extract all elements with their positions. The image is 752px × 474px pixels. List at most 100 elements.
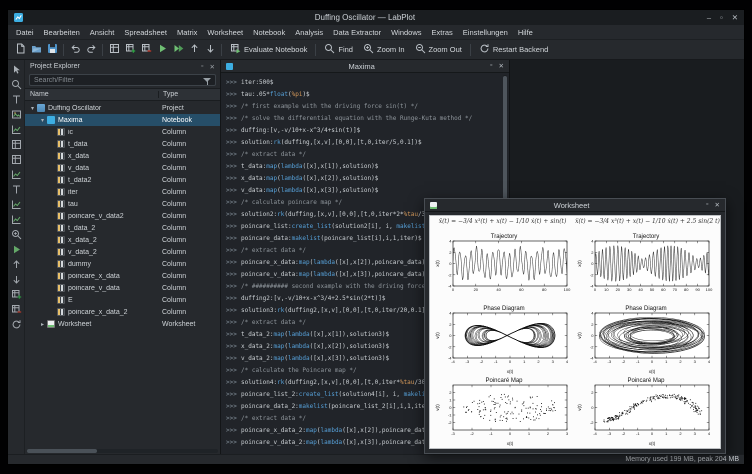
tree-row-dummy[interactable]: dummyColumn	[25, 258, 220, 270]
tree-row-duffing-oscillator[interactable]: ▾Duffing OscillatorProject	[25, 102, 220, 114]
plot-traj2[interactable]: Trajectory0102030405060708090100-4-2024x…	[575, 232, 717, 304]
tree-row-x-data[interactable]: x_dataColumn	[25, 150, 220, 162]
fit-icon[interactable]	[10, 198, 23, 211]
menu-item-datei[interactable]: Datei	[11, 28, 39, 37]
document-new-button[interactable]	[12, 42, 28, 58]
tree-row-poincare-v-data2[interactable]: poincare_v_data2Column	[25, 210, 220, 222]
tree-row-ic[interactable]: icColumn	[25, 126, 220, 138]
maximize-icon[interactable]: ▫	[490, 62, 492, 70]
table-button[interactable]	[106, 42, 122, 58]
arrow-up-icon[interactable]	[10, 258, 23, 271]
notebook-line[interactable]: >>>t_data:map(lambda([x],x[1]),solution)…	[226, 160, 500, 172]
expander-icon[interactable]: ▾	[28, 105, 37, 112]
tree-row-t-data[interactable]: t_dataColumn	[25, 138, 220, 150]
play-all-button[interactable]	[170, 42, 186, 58]
menu-item-hilfe[interactable]: Hilfe	[513, 28, 538, 37]
maximize-icon[interactable]: ▫	[706, 201, 708, 209]
close-icon[interactable]: ✕	[499, 62, 504, 70]
chart-line-icon[interactable]	[10, 123, 23, 136]
arrow-down-icon[interactable]	[10, 273, 23, 286]
menu-item-einstellungen[interactable]: Einstellungen	[458, 28, 513, 37]
tree-row-poincare-x-data-2[interactable]: poincare_x_data_2Column	[25, 306, 220, 318]
restart-backend-button[interactable]: Restart Backend	[474, 42, 553, 58]
notebook-line[interactable]: >>>tau:.05*float(%pi)$	[226, 88, 500, 100]
plot-traj1[interactable]: Trajectory020406080100-4-2024x(t)	[433, 232, 575, 304]
zoom-select-icon[interactable]	[10, 78, 23, 91]
float-panel-icon[interactable]: ▫	[201, 63, 203, 71]
menu-item-notebook[interactable]: Notebook	[248, 28, 290, 37]
menu-item-windows[interactable]: Windows	[386, 28, 426, 37]
menu-item-bearbeiten[interactable]: Bearbeiten	[39, 28, 85, 37]
menu-item-analysis[interactable]: Analysis	[290, 28, 328, 37]
filter-icon[interactable]	[203, 78, 211, 85]
scrollbar-handle[interactable]	[27, 449, 97, 453]
text-icon[interactable]	[10, 93, 23, 106]
maximize-icon[interactable]: ▫	[720, 13, 723, 22]
notebook-title-bar[interactable]: Maxima ▫ ✕	[221, 60, 509, 73]
spreadsheet-icon[interactable]	[10, 138, 23, 151]
document-save-button[interactable]	[44, 42, 60, 58]
tree-row-tau[interactable]: tauColumn	[25, 198, 220, 210]
evaluate-notebook-button[interactable]: Evaluate Notebook	[225, 42, 312, 58]
undo-button[interactable]	[67, 42, 83, 58]
settings-icon[interactable]	[10, 318, 23, 331]
menu-item-extras[interactable]: Extras	[427, 28, 458, 37]
notebook-line[interactable]: >>>x_data:map(lambda([x],x[2]),solution)…	[226, 172, 500, 184]
expander-icon[interactable]: ▾	[38, 117, 47, 124]
notebook-line[interactable]: >>>solution:rk(duffing,[x,v],[0,0],[t,0,…	[226, 136, 500, 148]
expander-icon[interactable]: ▸	[38, 321, 47, 328]
menu-item-worksheet[interactable]: Worksheet	[202, 28, 248, 37]
tree-row-poincare-v-data[interactable]: poincare_v_dataColumn	[25, 282, 220, 294]
data-extractor-icon[interactable]	[10, 228, 23, 241]
notebook-line[interactable]: >>>duffing:[v,-v/10+x-x^3/4+sin(t)]$	[226, 124, 500, 136]
notebook-line[interactable]: >>>/* solve the differential equation wi…	[226, 112, 500, 124]
play-button[interactable]	[154, 42, 170, 58]
arrow-down-button[interactable]	[202, 42, 218, 58]
zoom-out-button[interactable]: Zoom Out	[410, 42, 467, 58]
notebook-line[interactable]: >>>iter:500$	[226, 76, 500, 88]
worksheet-title-bar[interactable]: Worksheet ▫ ✕	[425, 199, 725, 212]
image-icon[interactable]	[10, 108, 23, 121]
tree-row-worksheet[interactable]: ▸WorksheetWorksheet	[25, 318, 220, 330]
close-panel-icon[interactable]: ✕	[210, 63, 215, 71]
search-input[interactable]	[29, 74, 216, 86]
arrow-up-button[interactable]	[186, 42, 202, 58]
tree-row-v-data-2[interactable]: v_data_2Column	[25, 246, 220, 258]
document-open-button[interactable]	[28, 42, 44, 58]
menu-item-matrix[interactable]: Matrix	[172, 28, 202, 37]
notebook-line[interactable]: >>>/* first example with the driving for…	[226, 100, 500, 112]
minimize-icon[interactable]: –	[707, 13, 711, 22]
column-header-type[interactable]: Type	[158, 91, 220, 98]
tree-row-iter[interactable]: iterColumn	[25, 186, 220, 198]
tree-row-x-data-2[interactable]: x_data_2Column	[25, 234, 220, 246]
tree-row-e[interactable]: EColumn	[25, 294, 220, 306]
tree-row-maxima[interactable]: ▾MaximaNotebook	[25, 114, 220, 126]
plot-poin1[interactable]: Poincaré Map-3-2-10123-2-1012v(t)x(t)	[433, 376, 575, 448]
play-icon[interactable]	[10, 243, 23, 256]
pointer-icon[interactable]	[10, 63, 23, 76]
matrix-icon[interactable]	[10, 153, 23, 166]
menu-item-data-extractor[interactable]: Data Extractor	[328, 28, 386, 37]
worksheet-icon[interactable]	[10, 168, 23, 181]
tree-row-v-data[interactable]: v_dataColumn	[25, 162, 220, 174]
menu-item-ansicht[interactable]: Ansicht	[85, 28, 120, 37]
close-icon[interactable]: ✕	[715, 201, 720, 209]
tree-row-t-data2[interactable]: t_data2Column	[25, 174, 220, 186]
notebook-line[interactable]: >>>/* extract data */	[226, 148, 500, 160]
find-button[interactable]: Find	[319, 42, 358, 58]
column-header-name[interactable]: Name	[25, 91, 158, 98]
table-plus-button[interactable]	[122, 42, 138, 58]
close-icon[interactable]: ✕	[732, 13, 738, 22]
explorer-horizontal-scrollbar[interactable]	[27, 449, 218, 453]
menu-item-spreadsheet[interactable]: Spreadsheet	[119, 28, 172, 37]
plot-phase1[interactable]: Phase Diagram-4-3-2-101234-4-2024v(t)x(t…	[433, 304, 575, 376]
table-minus-button[interactable]	[138, 42, 154, 58]
plus-icon[interactable]	[10, 288, 23, 301]
notebook-icon[interactable]	[10, 183, 23, 196]
minus-icon[interactable]	[10, 303, 23, 316]
title-bar[interactable]: Duffing Oscillator — LabPlot – ▫ ✕	[8, 10, 744, 25]
histogram-icon[interactable]	[10, 213, 23, 226]
tree-row-t-data-2[interactable]: t_data_2Column	[25, 222, 220, 234]
tree-row-poincare-x-data[interactable]: poincare_x_dataColumn	[25, 270, 220, 282]
notebook-line[interactable]: >>>v_data:map(lambda([x],x[3]),solution)…	[226, 184, 500, 196]
